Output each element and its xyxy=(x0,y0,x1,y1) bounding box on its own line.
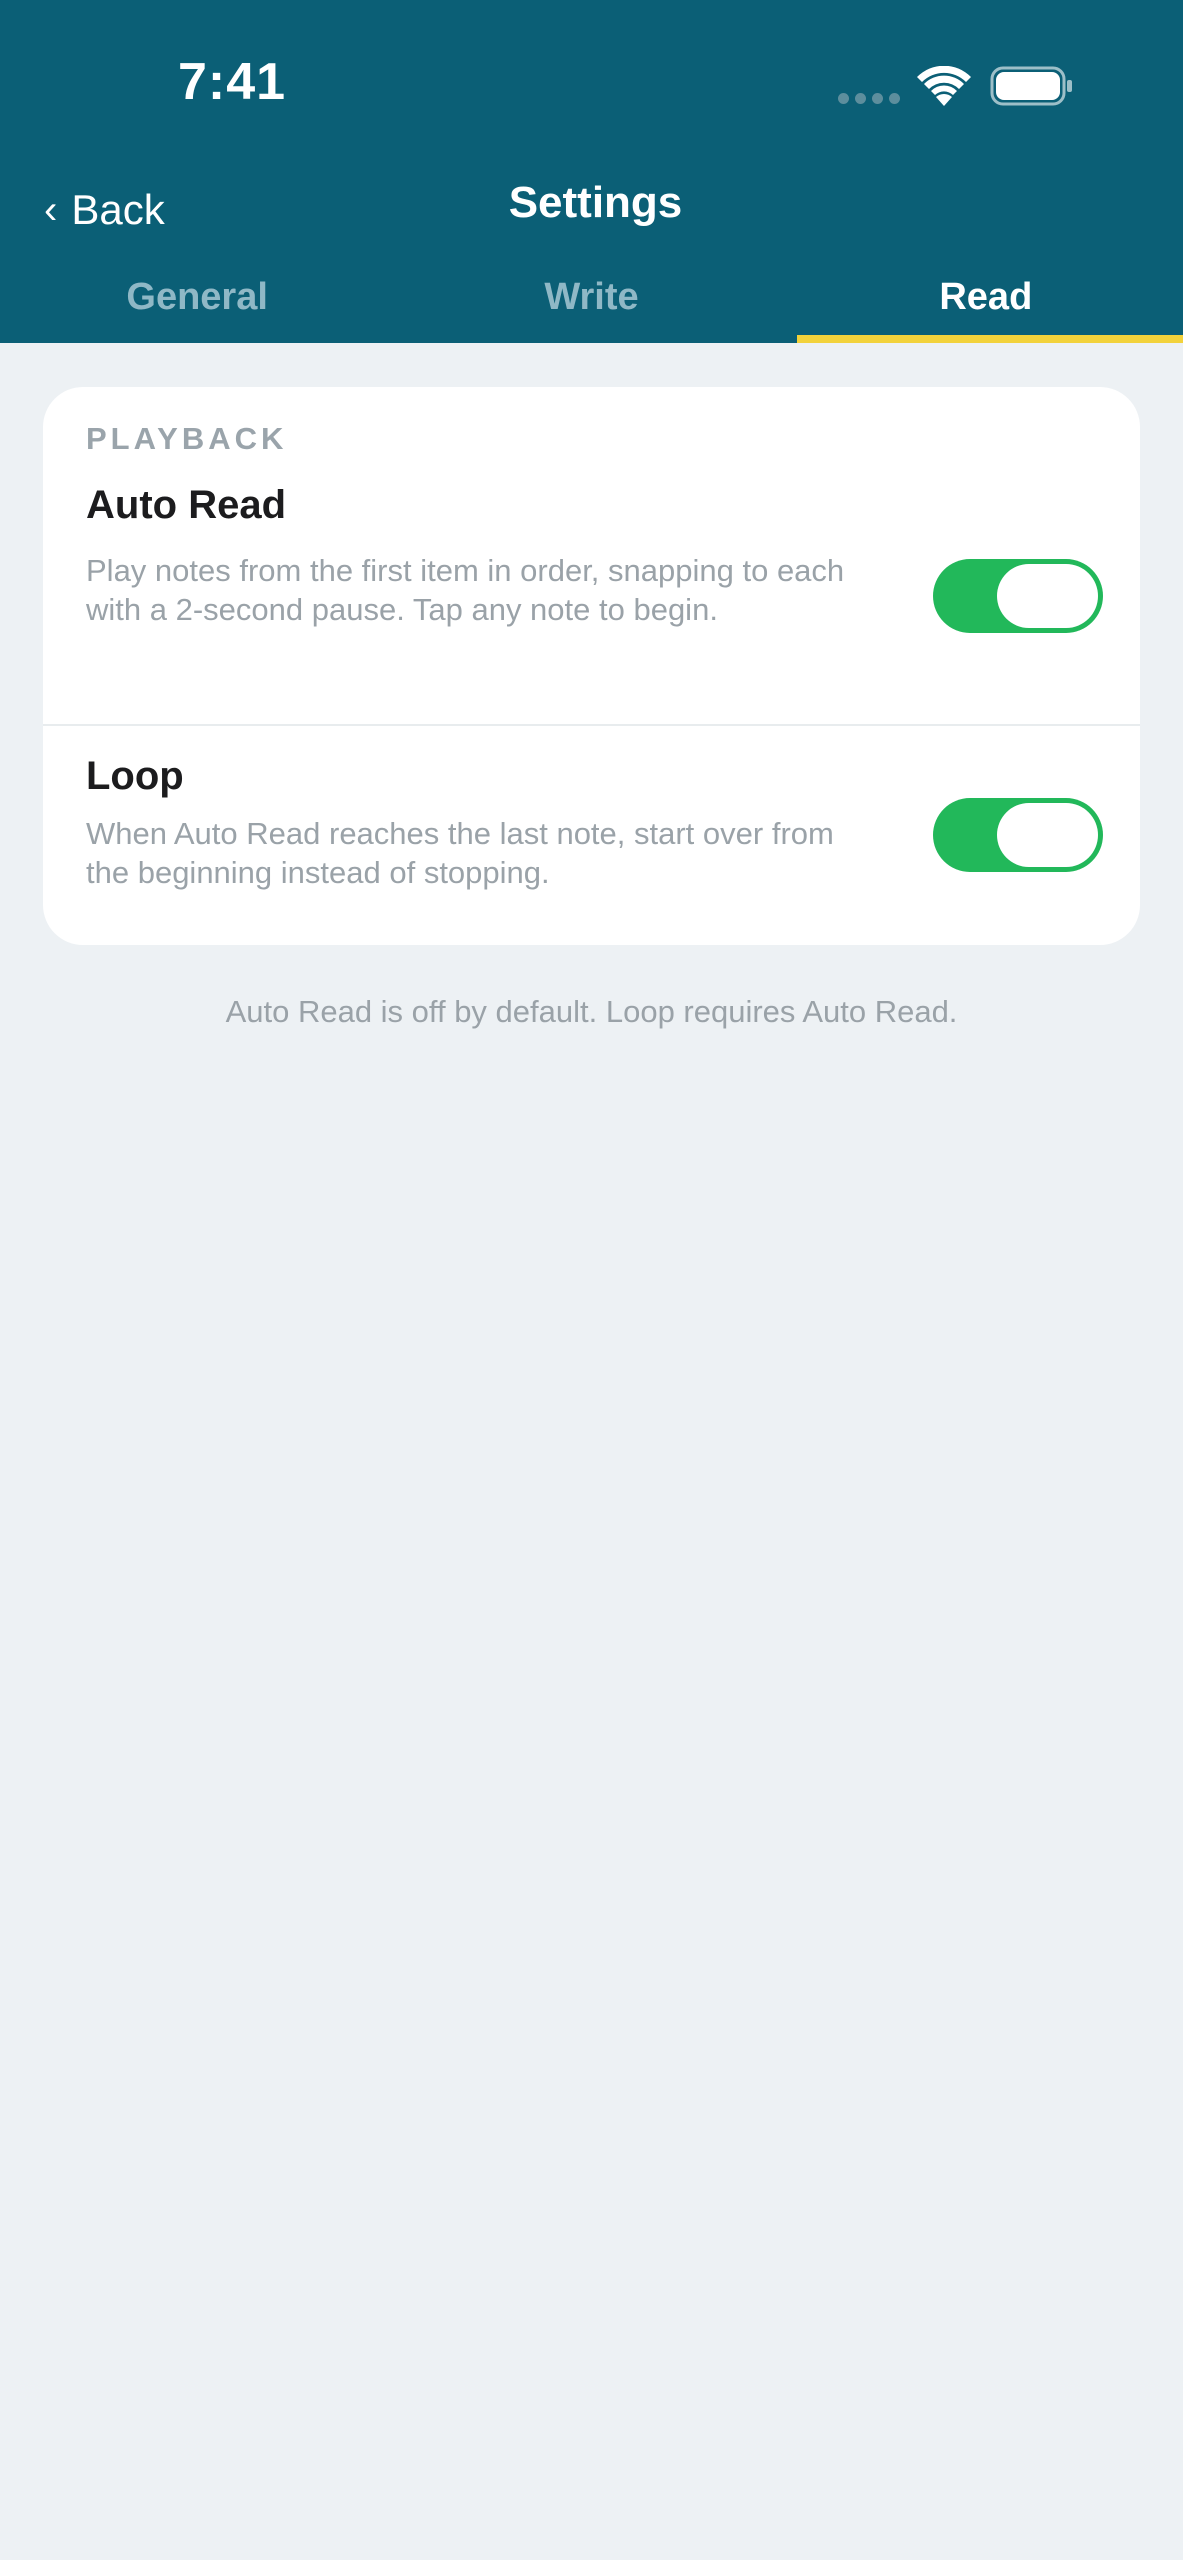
status-time: 7:41 xyxy=(178,53,287,111)
section-label-playback: PLAYBACK xyxy=(86,421,288,456)
loop-title: Loop xyxy=(86,754,184,798)
loop-description: When Auto Read reaches the last note, st… xyxy=(86,816,834,890)
cellular-signal-icon xyxy=(838,93,900,105)
app-header: 7:41 ‹ Back Settings General Write Read xyxy=(0,0,1183,343)
tab-general[interactable]: General xyxy=(0,262,394,343)
auto-read-description: Play notes from the first item in order,… xyxy=(86,553,845,627)
toggle-knob xyxy=(997,564,1098,628)
wifi-icon xyxy=(917,66,971,106)
divider xyxy=(43,724,1140,726)
settings-tabs: General Write Read xyxy=(0,262,1183,343)
toggle-knob xyxy=(997,803,1098,867)
battery-icon xyxy=(990,66,1072,106)
page-title: Settings xyxy=(508,178,683,227)
loop-toggle[interactable] xyxy=(933,798,1103,872)
auto-read-toggle[interactable] xyxy=(933,559,1103,633)
tab-write[interactable]: Write xyxy=(394,262,788,343)
auto-read-title: Auto Read xyxy=(86,483,286,527)
tab-read[interactable]: Read xyxy=(789,262,1183,343)
footer-note: Auto Read is off by default. Loop requir… xyxy=(225,994,958,1029)
